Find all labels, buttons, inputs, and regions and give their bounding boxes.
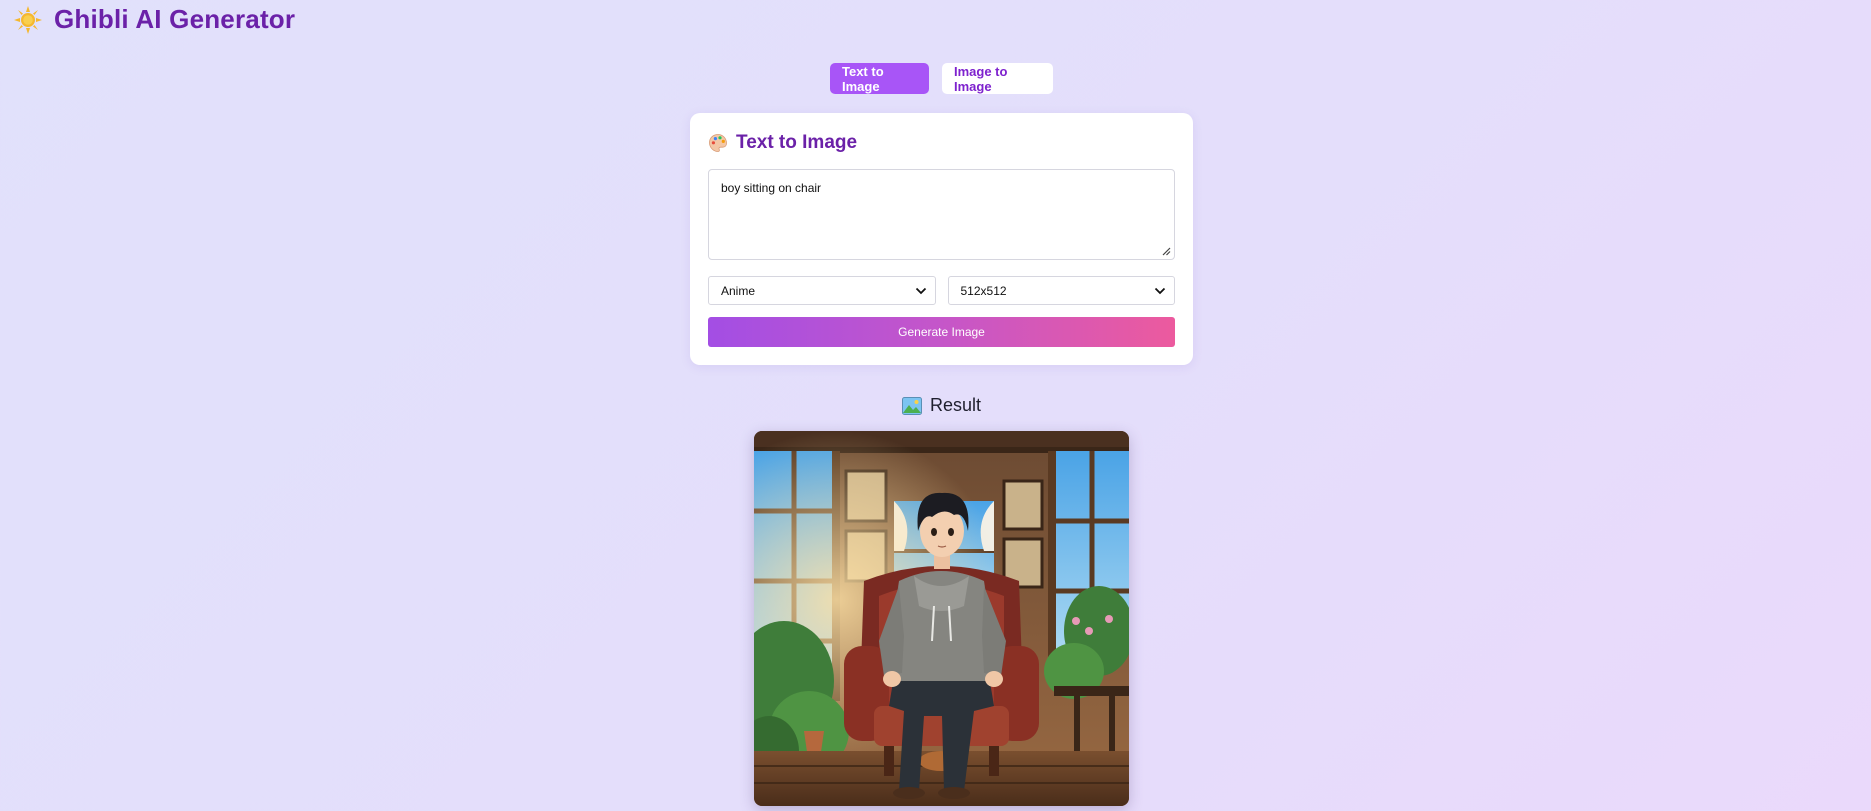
result-title: Result bbox=[929, 395, 982, 415]
app-header: Ghibli AI Generator bbox=[14, 4, 295, 35]
options-row: Anime 512x512 bbox=[708, 276, 1175, 305]
palette-icon bbox=[709, 134, 727, 152]
prompt-text: boy sitting on chair bbox=[721, 181, 822, 195]
picture-icon bbox=[901, 396, 922, 415]
prompt-textarea[interactable]: boy sitting on chair bbox=[708, 169, 1175, 260]
card-title: Text to Image bbox=[736, 132, 858, 153]
generate-image-button[interactable]: Generate Image bbox=[708, 317, 1175, 347]
app-title: Ghibli AI Generator bbox=[54, 4, 296, 34]
tab-image-to-image[interactable]: Image to Image bbox=[942, 63, 1053, 94]
tab-text-to-image[interactable]: Text to Image bbox=[830, 63, 929, 94]
size-select-value: 512x512 bbox=[960, 283, 1007, 298]
size-select[interactable]: 512x512 bbox=[947, 276, 1175, 305]
result-header: Result bbox=[0, 395, 1871, 416]
chevron-down-icon bbox=[915, 287, 926, 294]
mode-tabs: Text to Image Image to Image bbox=[830, 63, 1053, 94]
resize-handle-icon[interactable] bbox=[1161, 246, 1171, 256]
style-select-value: Anime bbox=[721, 283, 756, 298]
chevron-down-icon bbox=[1154, 287, 1166, 294]
style-select[interactable]: Anime bbox=[708, 276, 936, 305]
card-header: Text to Image bbox=[708, 131, 1175, 155]
generated-image-illustration bbox=[754, 431, 1129, 806]
generated-image bbox=[754, 431, 1129, 806]
text-to-image-card: Text to Image boy sitting on chair Anime… bbox=[690, 113, 1193, 365]
sun-icon bbox=[14, 5, 42, 34]
